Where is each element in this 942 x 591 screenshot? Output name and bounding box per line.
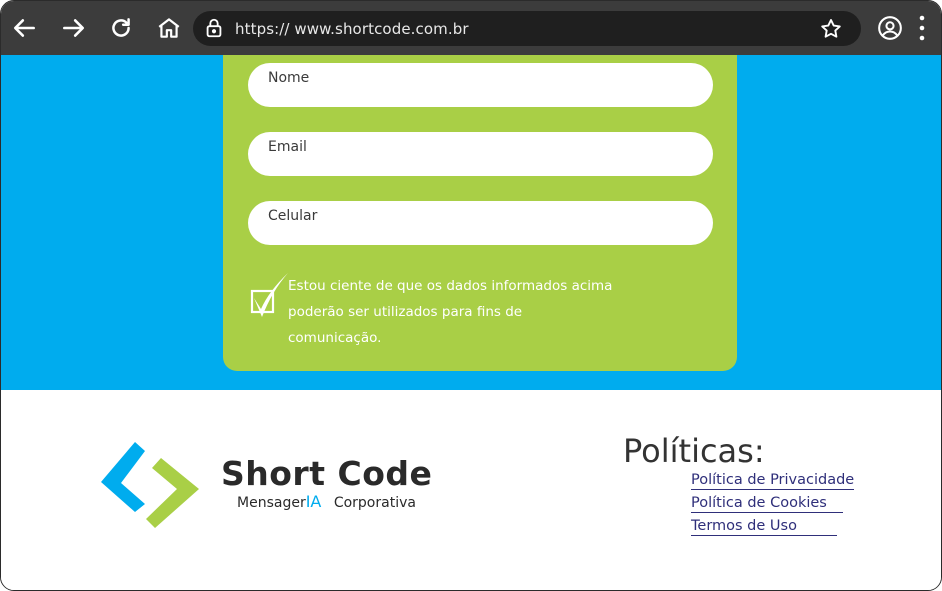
menu-icon[interactable] xyxy=(913,14,931,42)
checkmark-icon xyxy=(254,273,288,317)
browser-toolbar: https:// www.shortcode.com.br xyxy=(1,1,941,55)
consent-line-1: Estou ciente de que os dados informados … xyxy=(288,278,613,294)
phone-input[interactable] xyxy=(268,223,688,241)
forward-icon xyxy=(63,19,85,37)
tagline-highlight: IA xyxy=(305,492,322,511)
policies-heading: Políticas: xyxy=(623,432,765,470)
consent-line-2: poderão ser utilizados para fins de comu… xyxy=(288,304,523,346)
tagline-suffix: Corporativa xyxy=(333,495,416,511)
contact-section: Nome Email Celular Estou ciente de que o… xyxy=(1,55,941,390)
tagline-prefix: Mensager xyxy=(237,495,306,511)
cookie-policy-link[interactable]: Política de Cookies xyxy=(691,495,843,513)
consent-checkbox[interactable] xyxy=(250,271,290,321)
name-input[interactable] xyxy=(268,85,688,103)
back-icon xyxy=(13,19,35,37)
privacy-policy-link[interactable]: Política de Privacidade xyxy=(691,472,855,490)
star-icon[interactable] xyxy=(819,17,843,41)
footer: Short Code MensagerIA Corporativa Políti… xyxy=(1,390,941,590)
forward-button[interactable] xyxy=(55,10,91,46)
consent-text: Estou ciente de que os dados informados … xyxy=(288,273,618,351)
email-label: Email xyxy=(268,139,307,155)
reload-button[interactable] xyxy=(103,10,139,46)
contact-form: Nome Email Celular Estou ciente de que o… xyxy=(223,55,737,371)
lock-icon xyxy=(206,18,222,38)
back-button[interactable] xyxy=(7,10,43,46)
name-label: Nome xyxy=(268,70,310,86)
url-text: https:// www.shortcode.com.br xyxy=(235,20,469,38)
home-button[interactable] xyxy=(151,10,187,46)
phone-field[interactable]: Celular xyxy=(248,201,713,245)
reload-icon xyxy=(112,18,130,37)
profile-icon[interactable] xyxy=(877,15,903,41)
browser-window: https:// www.shortcode.com.br Nome Email… xyxy=(0,0,942,591)
short-code-logo-icon xyxy=(101,442,199,528)
brand-name: Short Code xyxy=(221,454,433,493)
email-field[interactable]: Email xyxy=(248,132,713,176)
brand-tagline: MensagerIA Corporativa xyxy=(237,492,416,511)
home-icon xyxy=(158,18,180,38)
address-bar[interactable]: https:// www.shortcode.com.br xyxy=(193,11,861,46)
phone-label: Celular xyxy=(268,208,318,224)
email-input[interactable] xyxy=(268,154,688,172)
name-field[interactable]: Nome xyxy=(248,63,713,107)
terms-of-use-link[interactable]: Termos de Uso xyxy=(691,518,837,536)
